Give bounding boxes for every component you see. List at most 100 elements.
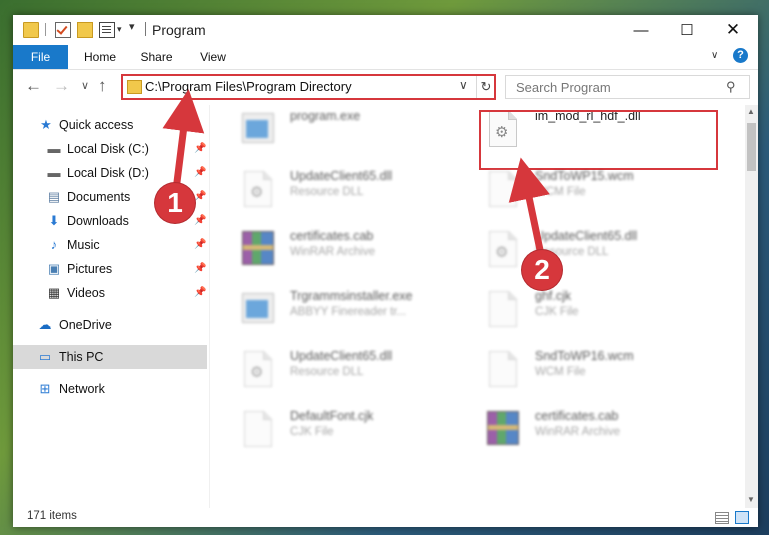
step-1-badge: 1 <box>155 183 195 223</box>
file-type: Resource DLL <box>290 366 364 378</box>
properties-icon[interactable] <box>99 22 115 38</box>
pictures-icon: ▣ <box>47 261 61 276</box>
sidebar-item-quick-access[interactable]: ★ Quick access <box>13 113 207 137</box>
folder-icon[interactable] <box>23 22 39 38</box>
step-2-badge: 2 <box>522 250 562 290</box>
sidebar-item-music[interactable]: ♪ Music 📌 <box>13 233 207 257</box>
scroll-thumb[interactable] <box>747 123 756 171</box>
recent-locations-icon[interactable]: ∨ <box>81 79 89 92</box>
list-item[interactable]: ⚙ UpdateClient65.dll Resource DLL <box>483 225 728 281</box>
dll-icon: ⚙ <box>483 229 519 273</box>
pin-icon[interactable]: 📌 <box>194 239 206 250</box>
tab-share[interactable]: Share <box>134 45 179 69</box>
file-name: certificates.cab <box>535 409 619 423</box>
address-path[interactable]: C:\Program Files\Program Directory <box>145 79 352 94</box>
pin-icon[interactable]: 📌 <box>194 167 206 178</box>
sidebar-item-label: Local Disk (C:) <box>67 142 149 156</box>
pin-icon[interactable]: 📌 <box>194 215 206 226</box>
search-box[interactable]: ⚲ <box>505 75 750 99</box>
sidebar-item-local-disk-c[interactable]: ▬ Local Disk (C:) 📌 <box>13 137 207 161</box>
back-arrow-icon[interactable]: ← <box>25 76 42 96</box>
sidebar-item-label: Documents <box>67 190 131 204</box>
sidebar-item-label: Music <box>67 238 100 252</box>
new-folder-icon[interactable] <box>77 22 93 38</box>
list-item[interactable]: Trgrammsinstaller.exe ABBYY Finereader t… <box>238 285 483 341</box>
maximize-button[interactable]: ☐ <box>664 15 710 45</box>
list-item[interactable]: certificates.cab WinRAR Archive <box>238 225 483 281</box>
chevron-down-icon[interactable]: ∨ <box>459 78 468 92</box>
sidebar-item-label: Videos <box>67 286 105 300</box>
list-item[interactable]: DefaultFont.cjk CJK File <box>238 405 483 461</box>
list-item[interactable]: SndToWP16.wcm WCM File <box>483 345 728 401</box>
list-item[interactable]: SndToWP15.wcm WCM File <box>483 165 728 221</box>
sidebar-item-this-pc[interactable]: ▭ This PC <box>13 345 207 369</box>
highlight-box <box>479 110 718 170</box>
sidebar-item-pictures[interactable]: ▣ Pictures 📌 <box>13 257 207 281</box>
file-type: CJK File <box>290 426 334 438</box>
sidebar-item-label: Pictures <box>67 262 113 276</box>
file-name: UpdateClient65.dll <box>290 349 393 363</box>
file-type: WinRAR Archive <box>535 426 620 438</box>
file-type: ABBYY Finereader tr... <box>290 306 407 318</box>
file-name: ghf.cjk <box>535 289 572 303</box>
exe-icon <box>238 109 274 153</box>
sidebar-item-local-disk-d[interactable]: ▬ Local Disk (D:) 📌 <box>13 161 207 185</box>
sidebar-item-videos[interactable]: ▦ Videos 📌 <box>13 281 207 305</box>
sidebar-item-network[interactable]: ⊞ Network <box>13 377 207 401</box>
file-name: program.exe <box>290 109 361 123</box>
details-view-icon[interactable] <box>715 512 729 524</box>
computer-icon: ▭ <box>38 349 52 364</box>
list-item[interactable]: ghf.cjk CJK File <box>483 285 728 341</box>
scroll-up-icon[interactable]: ▲ <box>747 107 755 116</box>
large-icons-view-icon[interactable] <box>735 511 749 524</box>
chevron-down-icon[interactable]: ▾ <box>117 24 122 35</box>
dll-icon: ⚙ <box>238 169 274 213</box>
close-button[interactable]: ✕ <box>710 15 756 45</box>
quick-access-separator <box>45 23 46 36</box>
tab-view[interactable]: View <box>192 45 234 69</box>
list-item[interactable]: certificates.cab WinRAR Archive <box>483 405 728 461</box>
folder-icon <box>127 80 142 94</box>
videos-icon: ▦ <box>47 285 61 300</box>
properties-check-icon[interactable] <box>55 22 71 38</box>
sidebar-item-label: This PC <box>59 350 104 364</box>
file-name: UpdateClient65.dll <box>535 229 638 243</box>
sidebar-item-label: Local Disk (D:) <box>67 166 149 180</box>
file-list: program.exe ⚙ im_mod_rl_hdf_.dll ⚙ Updat… <box>210 105 745 508</box>
expand-ribbon-icon[interactable]: ∨ <box>711 50 718 61</box>
pin-icon[interactable]: 📌 <box>194 263 206 274</box>
search-input[interactable] <box>514 78 723 96</box>
navigation-bar: ← → ∨ ↑ C:\Program Files\Program Directo… <box>13 70 758 103</box>
list-item[interactable]: ⚙ UpdateClient65.dll Resource DLL <box>238 165 483 221</box>
tab-home[interactable]: Home <box>75 45 125 69</box>
vertical-scrollbar[interactable]: ▲ ▼ <box>745 105 758 508</box>
sidebar-item-label: Network <box>59 382 105 396</box>
forward-arrow-icon[interactable]: → <box>53 76 70 96</box>
refresh-icon[interactable]: ↻ <box>476 76 495 98</box>
sidebar-item-onedrive[interactable]: ☁ OneDrive <box>13 313 207 337</box>
up-arrow-icon[interactable]: ↑ <box>98 76 107 96</box>
pin-icon[interactable]: 📌 <box>194 143 206 154</box>
search-icon[interactable]: ⚲ <box>726 79 736 95</box>
title-separator <box>145 22 146 36</box>
explorer-window: ▾ ▾ Program — ☐ ✕ File Home Share View ∨… <box>13 15 758 527</box>
item-count: 171 items <box>27 510 77 522</box>
minimize-button[interactable]: — <box>618 15 664 45</box>
list-item[interactable]: program.exe <box>238 105 483 161</box>
sidebar-item-label: Quick access <box>59 118 134 132</box>
window-title: Program <box>152 22 206 38</box>
scroll-down-icon[interactable]: ▼ <box>747 495 755 504</box>
file-type: Resource DLL <box>290 186 364 198</box>
sidebar-item-label: Downloads <box>67 214 129 228</box>
tab-file[interactable]: File <box>13 45 68 69</box>
file-type: WinRAR Archive <box>290 246 375 258</box>
customize-toolbar-icon[interactable]: ▾ <box>129 20 135 33</box>
file-name: SndToWP15.wcm <box>535 169 634 183</box>
address-bar[interactable]: C:\Program Files\Program Directory ∨ ↻ <box>121 74 496 100</box>
list-item[interactable]: ⚙ UpdateClient65.dll Resource DLL <box>238 345 483 401</box>
pin-icon[interactable]: 📌 <box>194 287 206 298</box>
download-icon: ⬇ <box>48 213 60 228</box>
file-name: certificates.cab <box>290 229 374 243</box>
help-icon[interactable]: ? <box>733 48 748 63</box>
pin-icon[interactable]: 📌 <box>194 191 206 202</box>
